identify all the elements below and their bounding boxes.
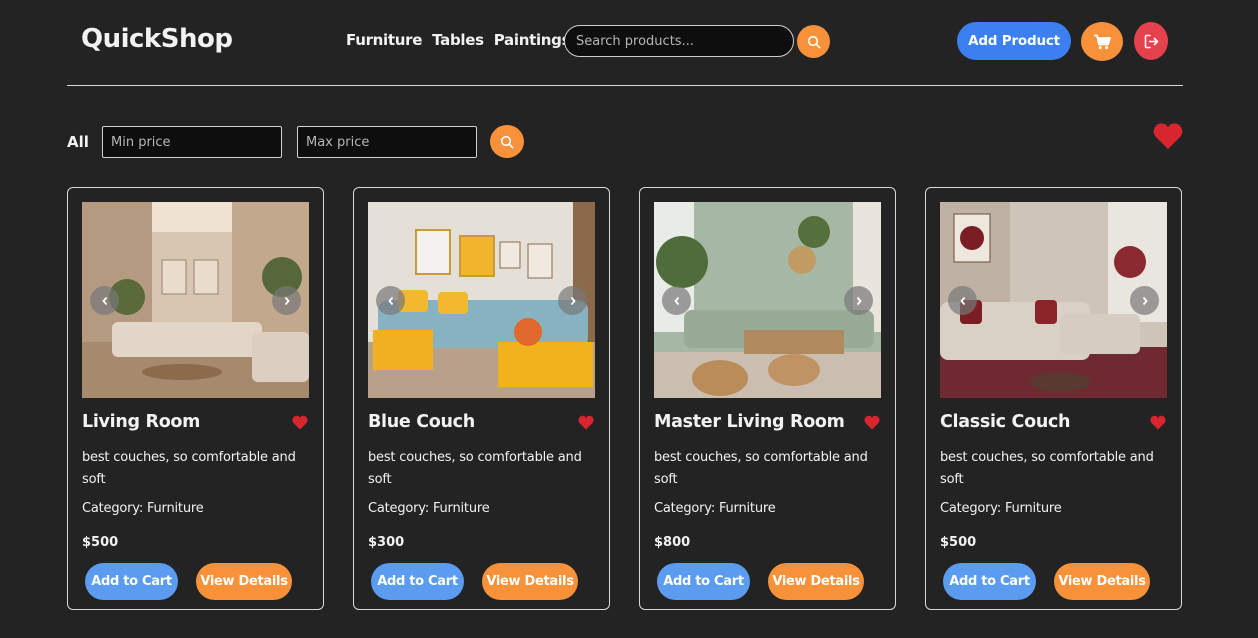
cart-icon [1093, 34, 1111, 49]
nav-link-tables[interactable]: Tables [432, 31, 484, 49]
product-title: Classic Couch [940, 412, 1071, 432]
carousel-next-button[interactable] [558, 286, 587, 315]
search-icon [500, 135, 514, 148]
min-price-input[interactable] [102, 126, 282, 158]
chevron-right-icon [284, 296, 290, 305]
header: QuickShop Furniture Tables Paintings Add… [0, 0, 1258, 86]
search-icon [807, 35, 820, 48]
max-price-input[interactable] [297, 126, 477, 158]
filter-search-button[interactable] [490, 125, 524, 158]
product-image [82, 202, 309, 398]
carousel-next-button[interactable] [1130, 286, 1159, 315]
add-product-button[interactable]: Add Product [957, 22, 1071, 60]
nav-link-paintings[interactable]: Paintings [494, 31, 571, 49]
product-price: $800 [654, 535, 691, 550]
carousel-prev-button[interactable] [90, 286, 119, 315]
heart-icon[interactable] [1150, 415, 1166, 430]
carousel-prev-button[interactable] [948, 286, 977, 315]
product-category: Category: Furniture [82, 501, 204, 516]
chevron-right-icon [856, 296, 862, 305]
view-details-button[interactable]: View Details [1054, 563, 1150, 600]
chevron-left-icon [101, 296, 107, 305]
product-price: $500 [940, 535, 977, 550]
product-card: Blue Couch best couches, so comfortable … [353, 187, 610, 610]
main-nav: Furniture Tables Paintings [346, 31, 571, 49]
add-to-cart-button[interactable]: Add to Cart [85, 563, 178, 600]
logo[interactable]: QuickShop [81, 24, 233, 54]
heart-icon[interactable] [292, 415, 308, 430]
product-category: Category: Furniture [654, 501, 776, 516]
filter-all[interactable]: All [67, 133, 89, 151]
add-to-cart-button[interactable]: Add to Cart [657, 563, 750, 600]
add-to-cart-button[interactable]: Add to Cart [371, 563, 464, 600]
carousel-prev-button[interactable] [376, 286, 405, 315]
chevron-left-icon [387, 296, 393, 305]
product-title: Master Living Room [654, 412, 845, 432]
heart-icon[interactable] [578, 415, 594, 430]
product-price: $500 [82, 535, 119, 550]
chevron-right-icon [570, 296, 576, 305]
logout-button[interactable] [1134, 22, 1168, 60]
favorites-heart-icon[interactable] [1153, 122, 1183, 150]
header-divider [67, 85, 1183, 86]
logout-icon [1144, 34, 1158, 48]
product-image [368, 202, 595, 398]
view-details-button[interactable]: View Details [482, 563, 578, 600]
product-image [654, 202, 881, 398]
add-to-cart-button[interactable]: Add to Cart [943, 563, 1036, 600]
nav-link-furniture[interactable]: Furniture [346, 31, 422, 49]
carousel-next-button[interactable] [844, 286, 873, 315]
search-button[interactable] [797, 25, 830, 58]
product-card: Classic Couch best couches, so comfortab… [925, 187, 1182, 610]
carousel-prev-button[interactable] [662, 286, 691, 315]
product-category: Category: Furniture [940, 501, 1062, 516]
cart-button[interactable] [1081, 22, 1123, 61]
product-description: best couches, so comfortable and soft [368, 450, 582, 487]
product-category: Category: Furniture [368, 501, 490, 516]
product-description: best couches, so comfortable and soft [82, 450, 296, 487]
view-details-button[interactable]: View Details [196, 563, 292, 600]
product-description: best couches, so comfortable and soft [940, 450, 1154, 487]
chevron-right-icon [1142, 296, 1148, 305]
product-title: Blue Couch [368, 412, 475, 432]
heart-icon[interactable] [864, 415, 880, 430]
product-title: Living Room [82, 412, 201, 432]
product-description: best couches, so comfortable and soft [654, 450, 868, 487]
chevron-left-icon [673, 296, 679, 305]
search-input[interactable] [564, 25, 794, 57]
chevron-left-icon [959, 296, 965, 305]
product-card: Master Living Room best couches, so comf… [639, 187, 896, 610]
product-price: $300 [368, 535, 405, 550]
view-details-button[interactable]: View Details [768, 563, 864, 600]
product-image [940, 202, 1167, 398]
product-card: Living Room best couches, so comfortable… [67, 187, 324, 610]
carousel-next-button[interactable] [272, 286, 301, 315]
